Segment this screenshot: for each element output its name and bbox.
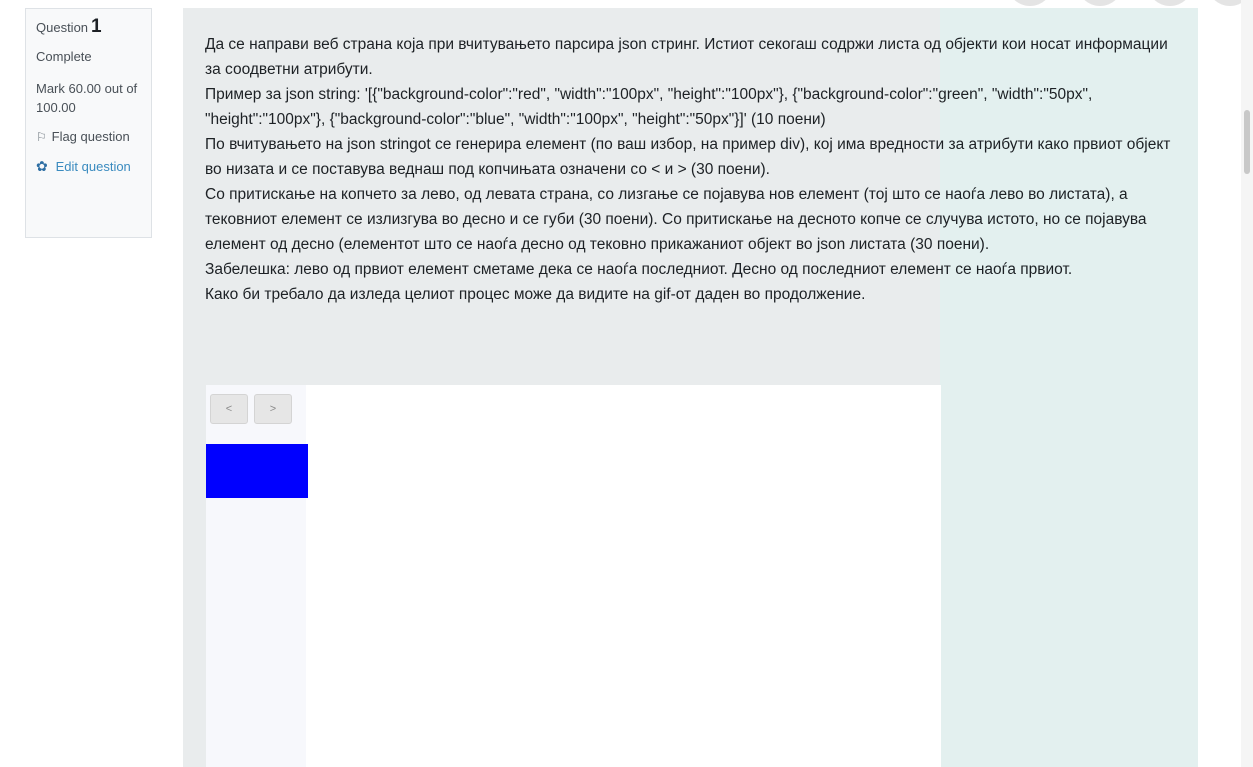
question-text: Да се направи веб страна која при вчитув… xyxy=(205,32,1180,307)
prev-button[interactable]: < xyxy=(210,394,248,424)
flag-question-label: Flag question xyxy=(51,129,130,144)
question-paragraph: Да се направи веб страна која при вчитув… xyxy=(205,36,1168,78)
demo-gif-canvas xyxy=(306,385,941,767)
question-number-value: 1 xyxy=(91,16,102,37)
question-info-panel: Question 1 Complete Mark 60.00 out of 100… xyxy=(25,8,152,238)
question-label: Question xyxy=(36,20,89,35)
question-state: Complete xyxy=(36,49,92,64)
scrollbar[interactable] xyxy=(1241,0,1253,767)
gear-icon: ✿ xyxy=(36,158,48,174)
question-number: Question 1 xyxy=(36,17,141,38)
question-grade: Mark 60.00 out of 100.00 xyxy=(36,81,138,115)
question-paragraph: Пример за json string: '[{"background-co… xyxy=(205,86,1093,128)
question-paragraph: Како би требало да изледа целиот процес … xyxy=(205,286,866,303)
demo-gif-area: < > xyxy=(206,385,941,767)
flag-question-link[interactable]: ⚐ Flag question xyxy=(36,127,141,147)
scrollbar-thumb[interactable] xyxy=(1244,110,1250,174)
question-paragraph: Со притискање на копчето за лево, од лев… xyxy=(205,186,1147,253)
edit-question-link[interactable]: ✿ Edit question xyxy=(36,157,141,176)
question-content-panel: Да се направи веб страна која при вчитув… xyxy=(183,8,1198,767)
next-button[interactable]: > xyxy=(254,394,292,424)
question-paragraph: Забелешка: лево од првиот елемент сметам… xyxy=(205,261,1073,278)
edit-question-label: Edit question xyxy=(55,159,131,174)
flag-icon: ⚐ xyxy=(36,130,47,144)
displayed-json-element xyxy=(206,444,308,498)
question-paragraph: По вчитувањето на json stringot се генер… xyxy=(205,136,1171,178)
